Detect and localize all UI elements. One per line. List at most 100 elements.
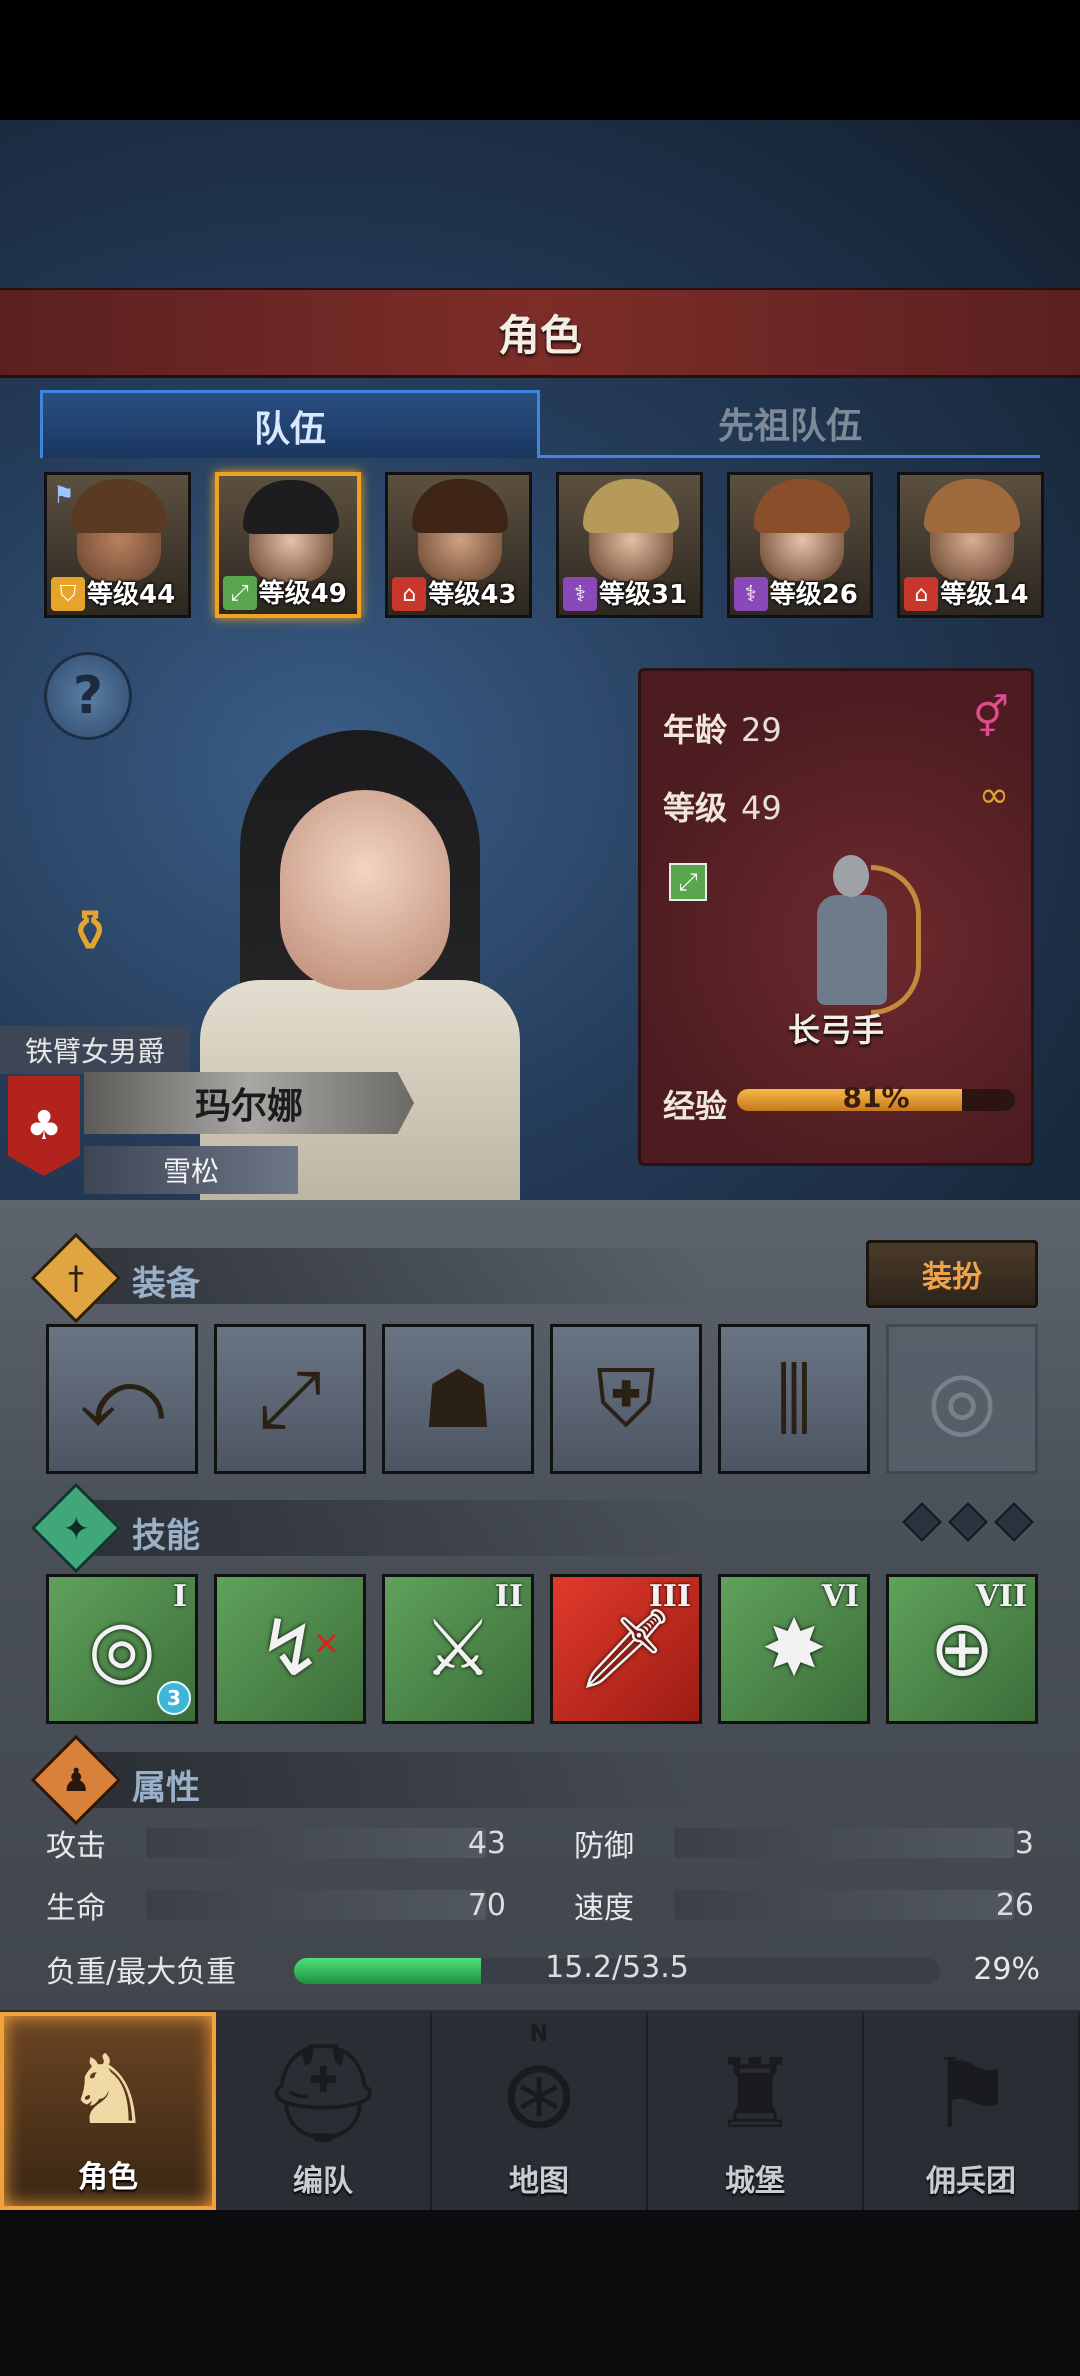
defense-label: 防御 — [574, 1829, 634, 1864]
skill-slot[interactable]: ⚔ II — [382, 1574, 534, 1724]
screen-title: 角色 — [497, 311, 582, 360]
xp-label: 经验 — [663, 1087, 728, 1125]
party-member-portrait[interactable]: ⌂ 等级43 — [385, 472, 533, 618]
screen-title-banner: 角色 — [0, 288, 1080, 378]
equipment-slot[interactable]: ⤺ — [46, 1324, 198, 1474]
tab-ancestor-team[interactable]: 先祖队伍 — [540, 390, 1040, 458]
party-member-level: 等级14 — [940, 580, 1029, 610]
equipment-slot[interactable]: ☗ — [382, 1324, 534, 1474]
level-value: 49 — [741, 789, 782, 827]
staff-icon: ⚕ — [733, 577, 768, 611]
age-label: 年龄 — [663, 711, 728, 749]
house-icon: ⌂ — [904, 577, 939, 611]
nav-label: 城堡 — [725, 2164, 785, 2199]
skill-rank: III — [648, 1579, 691, 1614]
class-name: 长弓手 — [787, 1011, 884, 1049]
ring-slot-empty-icon: ◎ — [927, 1352, 997, 1446]
equipment-slot[interactable]: ⫼ — [718, 1324, 870, 1474]
hp-stat: 生命 70 — [46, 1884, 506, 1927]
potion-icon: ⚱ — [65, 897, 115, 965]
help-button[interactable]: ? — [44, 652, 132, 740]
level-row: 等级 49 — [663, 783, 782, 829]
character-title: 铁臂女男爵 — [0, 1026, 190, 1074]
equipment-slot[interactable]: ◎ — [886, 1324, 1038, 1474]
load-percent: 29% — [973, 1951, 1040, 1987]
burst-icon: ✸ — [761, 1604, 827, 1694]
bow-icon: ⤢ — [258, 1352, 322, 1445]
party-member-level: 等级26 — [769, 580, 858, 610]
attack-value: 43 — [467, 1825, 506, 1861]
skill-slot[interactable]: ✸ VI — [718, 1574, 870, 1724]
potion-button[interactable]: ⚱ — [44, 885, 136, 977]
skill-rank: VII — [975, 1579, 1027, 1614]
class-bow-icon: ⤢ — [669, 863, 707, 901]
nav-label: 地图 — [509, 2164, 569, 2199]
hp-value: 70 — [467, 1887, 506, 1923]
skill-slot[interactable]: 🗡 III — [550, 1574, 702, 1724]
crosshair-icon: ⊕ — [929, 1604, 995, 1694]
party-member-portrait[interactable]: ⚕ 等级31 — [556, 472, 703, 618]
shield-icon: ⛉ — [51, 577, 85, 611]
bow-icon: ⤢ — [222, 576, 257, 610]
compass-map-icon: ⊛ — [498, 2038, 580, 2150]
age-row: 年龄 29 — [663, 705, 782, 751]
load-percent-stat: 29% — [960, 1948, 1040, 1990]
equipment-title: 装备 — [132, 1264, 200, 1304]
party-member-portrait[interactable]: ⚕ 等级26 — [726, 472, 874, 618]
attributes-title: 属性 — [132, 1768, 200, 1808]
character-name[interactable]: 玛尔娜 — [84, 1072, 414, 1134]
skills-title: 技能 — [132, 1516, 200, 1556]
age-value: 29 — [741, 711, 782, 749]
level-label: 等级 — [663, 789, 728, 827]
nav-item-2[interactable]: ⛑ 编队 — [216, 2012, 432, 2210]
hood-icon: ☗ — [422, 1352, 494, 1446]
equipment-slot[interactable]: ⛨ — [550, 1324, 702, 1474]
castle-icon: ♜ — [711, 2038, 799, 2150]
defense-value: 3 — [1014, 1825, 1034, 1861]
attack-label: 攻击 — [46, 1829, 106, 1864]
house-name: 雪松 — [84, 1146, 298, 1194]
boots-icon: ⫼ — [775, 1352, 813, 1445]
sword-icon: 🗡 — [576, 1603, 676, 1694]
skill-slot[interactable]: ◎ I 3 — [46, 1574, 198, 1724]
hp-label: 生命 — [46, 1891, 106, 1926]
load-value: 15.2/53.5 — [545, 1950, 689, 1985]
speed-value: 26 — [995, 1887, 1034, 1923]
nav-label: 佣兵团 — [926, 2164, 1016, 2199]
party-member-portrait[interactable]: ⌂ 等级14 — [897, 472, 1045, 618]
compass-north-letter: N — [529, 2022, 549, 2047]
load-label: 负重/最大负重 — [46, 1955, 237, 1990]
house-icon: ⌂ — [392, 577, 427, 611]
skill-rank: I — [172, 1579, 187, 1614]
load-stat: 负重/最大负重 — [46, 1948, 286, 1990]
tab-team[interactable]: 队伍 — [40, 390, 540, 458]
nav-item-3[interactable]: N ⊛ 地图 — [432, 2012, 648, 2210]
party-member-portrait[interactable]: ⚑ ⛉ 等级44 — [44, 472, 191, 618]
house-banner-icon: ♣ — [8, 1076, 80, 1176]
character-info-card: 年龄 29 ⚥ 等级 49 ∞ ⤢ 长弓手 经验 81% — [638, 668, 1034, 1166]
wedding-rings-icon[interactable]: ∞ — [979, 775, 1009, 816]
mercenary-icon: ⚑ — [927, 2038, 1015, 2150]
party-portraits: ⚑ ⛉ 等级44 ⤢ 等级49 ⌂ 等级43 ⚕ 等级31 ⚕ 等级26 ⌂ 等级14 — [44, 472, 1045, 620]
female-icon: ⚥ — [972, 695, 1009, 741]
skill-slot[interactable]: ⊕ VII — [886, 1574, 1038, 1724]
skill-slot[interactable]: ↯ ✕ — [214, 1574, 366, 1724]
status-bar — [0, 0, 1080, 120]
party-member-level: 等级43 — [428, 580, 517, 610]
skill-uses-badge: 3 — [157, 1681, 191, 1715]
longbow-icon: ⤺ — [79, 1352, 165, 1445]
defense-stat: 防御 3 — [574, 1822, 1034, 1865]
nav-item-5[interactable]: ⚑ 佣兵团 — [864, 2012, 1080, 2210]
equipment-slot[interactable]: ⤢ — [214, 1324, 366, 1474]
nav-label: 角色 — [78, 2160, 138, 2195]
tunic-icon: ⛨ — [596, 1352, 656, 1445]
dress-up-button[interactable]: 装扮 — [866, 1240, 1038, 1308]
nav-item-1[interactable]: ♞ 角色 — [0, 2012, 216, 2210]
bottom-navigation: ♞ 角色 ⛑ 编队 N ⊛ 地图 ♜ 城堡 ⚑ 佣兵团 — [0, 2012, 1080, 2210]
skill-slots: ◎ I 3 ↯ ✕ ⚔ II 🗡 III ✸ VI ⊕ VII — [46, 1574, 1040, 1724]
knight-icon: ♞ — [64, 2034, 152, 2146]
skill-rank: II — [494, 1579, 523, 1614]
nav-item-4[interactable]: ♜ 城堡 — [648, 2012, 864, 2210]
nav-label: 编队 — [293, 2164, 353, 2199]
party-member-portrait[interactable]: ⤢ 等级49 — [214, 472, 362, 618]
